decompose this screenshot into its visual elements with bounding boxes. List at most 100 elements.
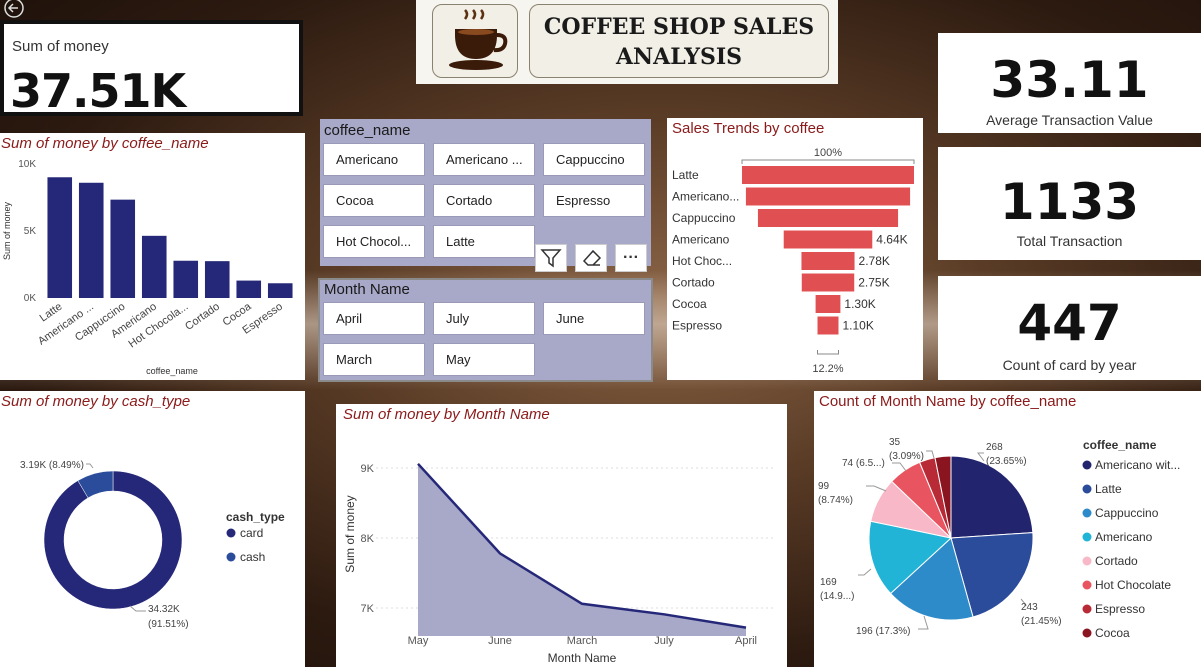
legend-marker — [1082, 532, 1092, 542]
x-tick-label: June — [488, 635, 512, 647]
funnel-bar — [801, 273, 855, 292]
title-box: COFFEE SHOP SALES ANALYSIS — [529, 4, 829, 78]
coffee-slicer-option[interactable]: Americano ... — [433, 143, 535, 176]
leader-line — [977, 452, 985, 462]
month-slicer-option[interactable]: June — [543, 302, 645, 335]
slicer-title: Month Name — [324, 281, 410, 298]
back-arrow-icon[interactable] — [1, 0, 25, 20]
bar — [110, 199, 136, 298]
bar — [47, 177, 73, 298]
legend-title: cash_type — [226, 510, 285, 524]
legend-marker — [1082, 460, 1092, 470]
legend-label: Americano — [1095, 530, 1153, 544]
filter-button[interactable] — [535, 244, 567, 272]
x-axis-title: Month Name — [548, 651, 617, 665]
legend-marker — [226, 552, 236, 562]
month-slicer-option[interactable]: July — [433, 302, 535, 335]
funnel-category-label: Espresso — [672, 319, 722, 333]
funnel-value-label: 2.78K — [859, 254, 890, 268]
area-fill — [418, 463, 746, 636]
more-icon: ··· — [623, 249, 639, 266]
legend-marker — [1082, 580, 1092, 590]
leader-line — [858, 568, 872, 576]
funnel-bottom-bracket — [817, 350, 839, 355]
pie-data-label: (8.74%) — [818, 495, 853, 506]
month-slicer-option[interactable]: March — [323, 343, 425, 376]
coffee-slicer-option[interactable]: Espresso — [543, 184, 645, 217]
y-tick-label: 8K — [361, 533, 375, 545]
y-tick-label: 9K — [361, 463, 375, 475]
bar-chart-card: Sum of money by coffee_name 0K 5K 10K Latte… — [0, 133, 305, 380]
y-tick-label: 0K — [24, 293, 37, 304]
x-tick-label: July — [654, 635, 674, 647]
pie-data-label: 169 — [820, 577, 837, 588]
coffee-slicer-option[interactable]: Latte — [433, 225, 535, 258]
legend-label: cash — [240, 550, 265, 564]
month-name-slicer: Month Name April July June March May — [320, 280, 651, 380]
funnel-value-label: 4.64K — [876, 233, 907, 247]
kpi-value: 33.11 — [990, 51, 1149, 109]
filter-icon — [540, 249, 562, 268]
logo-box — [432, 4, 518, 78]
funnel-bottom-label: 12.2% — [812, 363, 843, 375]
pie-data-label: 268 — [986, 442, 1003, 453]
funnel-bar — [742, 166, 914, 184]
kpi-value: 1133 — [999, 173, 1140, 231]
legend-marker — [1082, 508, 1092, 518]
kpi-label: Count of card by year — [1002, 357, 1137, 373]
eraser-button[interactable] — [575, 244, 607, 272]
funnel-bar — [745, 187, 911, 206]
coffee-slicer-option[interactable]: Hot Chocol... — [323, 225, 425, 258]
y-axis-title: Sum of money — [343, 495, 357, 572]
donut-data-label: (91.51%) — [148, 619, 189, 630]
pie-data-label: 99 — [818, 481, 830, 492]
x-axis-title: coffee_name — [146, 366, 198, 376]
legend-marker — [1082, 484, 1092, 494]
bar-chart: 0K5K10KLatteAmericano ...CappuccinoAmeri… — [2, 159, 293, 376]
kpi-total-transaction: 1133 Total Transaction — [938, 147, 1201, 260]
coffee-slicer-option[interactable]: Cortado — [433, 184, 535, 217]
more-options-button[interactable]: ··· — [615, 244, 647, 272]
pie-slice — [950, 455, 1034, 539]
pie-data-label: (3.09%) — [889, 451, 924, 462]
funnel-value-label: 2.75K — [858, 276, 889, 290]
pie-data-label: 74 (6.5...) — [842, 458, 885, 469]
funnel-top-bracket — [741, 159, 915, 164]
funnel-category-label: Cortado — [672, 276, 715, 290]
coffee-slicer-option[interactable]: Cappuccino — [543, 143, 645, 176]
kpi-card-count: 447 Count of card by year — [938, 276, 1201, 380]
legend-label: Cocoa — [1095, 626, 1130, 640]
bar — [141, 235, 167, 298]
y-tick-label: 5K — [24, 226, 37, 237]
pie-data-label: 35 — [889, 437, 901, 448]
funnel-chart: 100% Latte Americano... Cappuccino Americano… — [672, 147, 915, 375]
funnel-chart-card: Sales Trends by coffee 100% Latte American… — [667, 118, 923, 380]
y-tick-label: 7K — [361, 603, 375, 615]
funnel-bar — [783, 230, 873, 249]
funnel-category-label: Americano — [672, 233, 730, 247]
legend-marker — [226, 528, 236, 538]
kpi-value: 447 — [1017, 294, 1122, 352]
month-slicer-option[interactable]: May — [433, 343, 535, 376]
bar — [173, 260, 199, 298]
funnel-bar — [815, 295, 841, 313]
coffee-slicer-option[interactable]: Cocoa — [323, 184, 425, 217]
pie-chart-card: Count of Month Name by coffee_name 268 (2… — [814, 391, 1201, 667]
x-tick-label: April — [735, 635, 757, 647]
pie-data-label: 243 — [1021, 602, 1038, 613]
leader-line — [129, 605, 146, 612]
kpi-label: Total Transaction — [1016, 233, 1123, 249]
x-tick-label: May — [408, 635, 429, 647]
page-title: COFFEE SHOP SALES ANALYSIS — [543, 14, 815, 70]
leader-line — [86, 463, 94, 469]
kpi-value: 37.51K — [10, 64, 186, 118]
area-chart: 7K 8K 9K May June March July April Month Name Sum… — [343, 462, 776, 665]
donut-slice — [43, 470, 183, 610]
funnel-category-label: Cappuccino — [672, 211, 736, 225]
kpi-avg-transaction: 33.11 Average Transaction Value — [938, 33, 1201, 133]
coffee-slicer-option[interactable]: Americano — [323, 143, 425, 176]
month-slicer-option[interactable]: April — [323, 302, 425, 335]
legend-label: card — [240, 526, 263, 540]
legend-marker — [1082, 628, 1092, 638]
funnel-bar — [757, 209, 899, 227]
